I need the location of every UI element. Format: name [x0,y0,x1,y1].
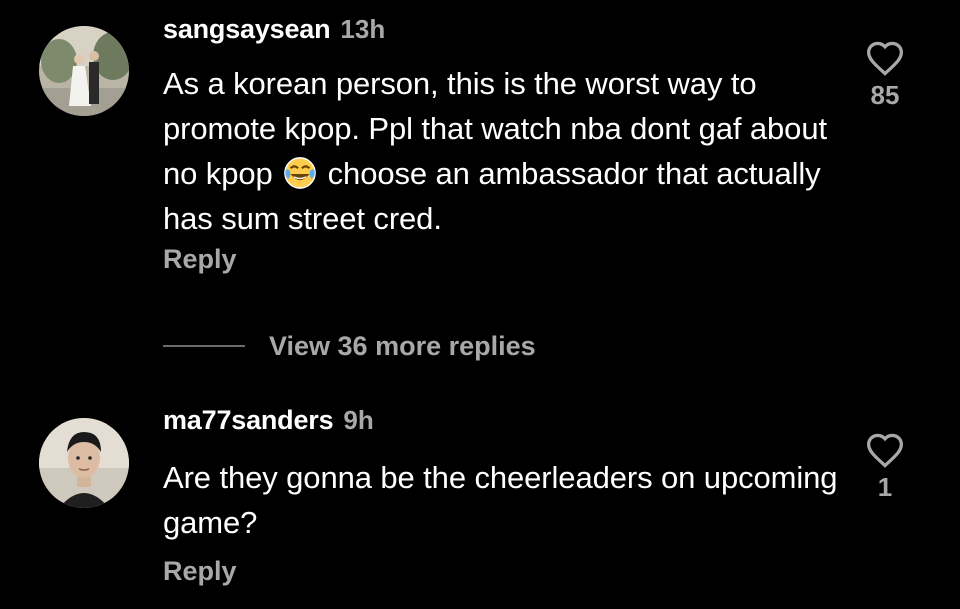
view-more-replies-button[interactable]: View 36 more replies [163,328,536,364]
comments-thread: sangsaysean 13h As a korean person, this … [0,0,960,609]
like-count: 1 [877,472,893,502]
comment-text: Are they gonna be the cheerleaders on up… [163,460,838,540]
face-with-tears-of-joy-icon [284,157,316,189]
heart-outline-icon[interactable] [865,40,905,76]
view-more-replies-label: View 36 more replies [269,330,536,361]
reply-button[interactable]: Reply [163,244,237,275]
avatar-image [39,26,129,116]
timestamp: 9h [343,405,374,435]
username[interactable]: sangsaysean [163,14,331,44]
comment-header: ma77sanders 9h [163,405,374,436]
reply-button[interactable]: Reply [163,556,237,587]
comment-text: As a korean person, this is the worst wa… [163,61,843,241]
comment-header: sangsaysean 13h [163,14,385,45]
avatar[interactable] [39,418,129,508]
timestamp: 13h [340,14,386,44]
username[interactable]: ma77sanders [163,405,334,435]
avatar[interactable] [39,26,129,116]
like-count: 85 [870,80,900,110]
avatar-image [39,418,129,508]
like-control: 1 [850,432,920,503]
like-control: 85 [850,40,920,111]
divider-line [163,345,245,347]
heart-outline-icon[interactable] [865,432,905,468]
